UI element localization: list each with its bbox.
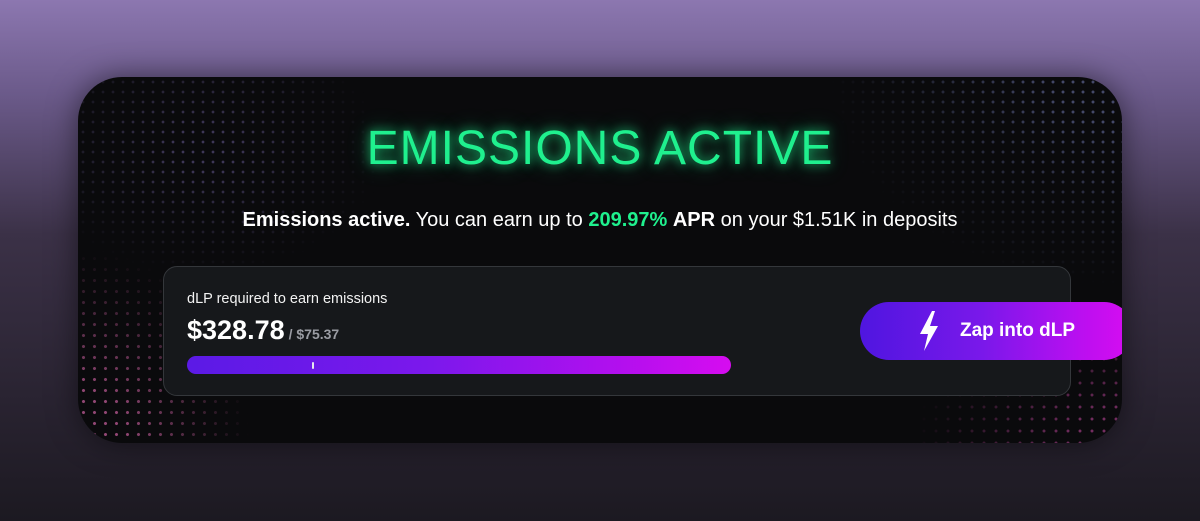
apr-label: APR [672,209,716,231]
current-amount: / $75.37 [288,326,340,342]
progress-marker [311,362,314,369]
emissions-card: EMISSIONS ACTIVE Emissions active. You c… [78,77,1122,443]
emissions-title: EMISSIONS ACTIVE [366,122,834,175]
zap-button-label: Zap into dLP [959,320,1076,341]
dlp-progress-bar [187,356,731,374]
dlp-required-value: $328.78/ $75.37 [187,315,339,346]
required-amount: $328.78 [187,315,285,345]
apr-value: 209.97% [588,209,668,231]
subtitle-lead: Emissions active. [242,209,411,231]
subtitle-text-after: on your $1.51K in deposits [715,209,958,231]
dlp-required-label: dLP required to earn emissions [187,291,388,307]
dlp-requirement-panel: dLP required to earn emissions $328.78/ … [163,266,1122,396]
emissions-subtitle: Emissions active. You can earn up to 209… [78,209,1122,232]
zap-into-dlp-button[interactable]: Zap into dLP [860,302,1122,360]
lightning-bolt-icon [919,311,938,351]
subtitle-text-before: You can earn up to [410,209,589,231]
